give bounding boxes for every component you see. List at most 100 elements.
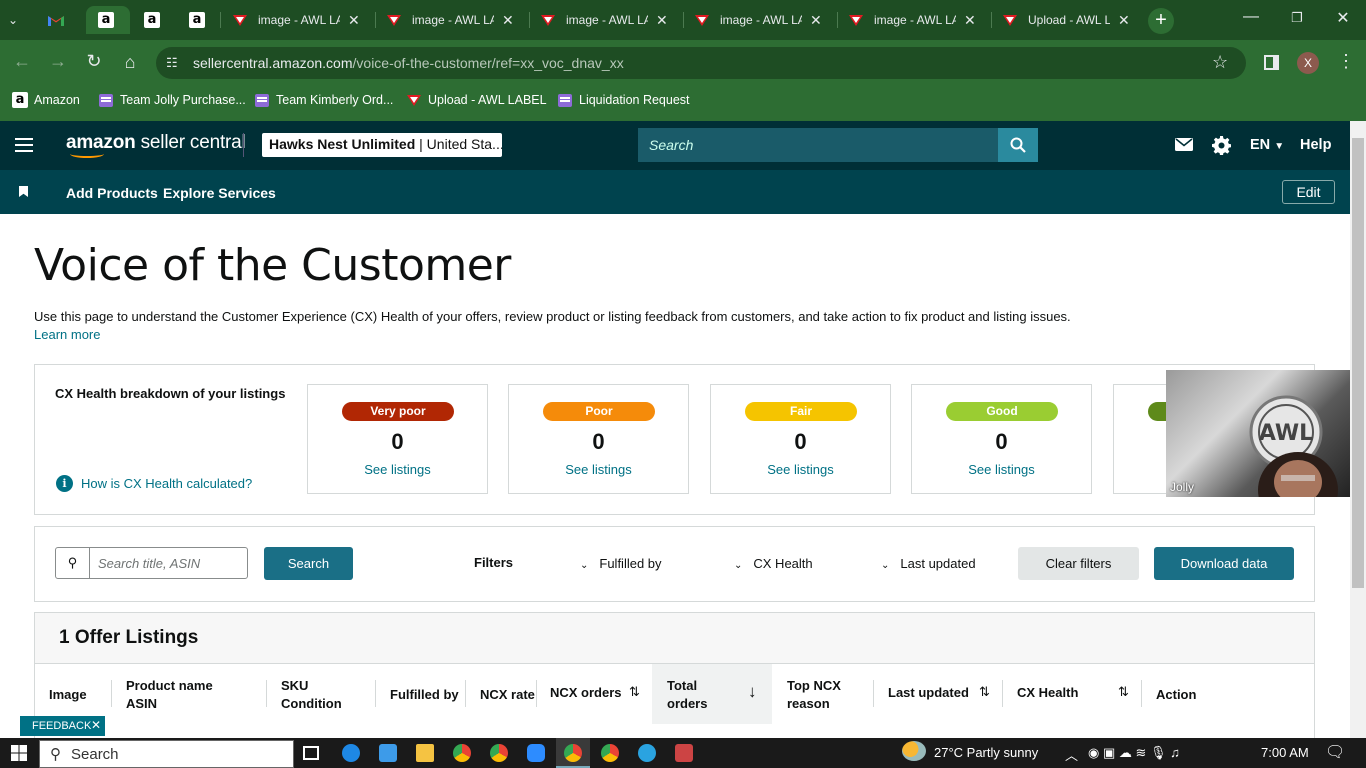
close-icon[interactable]: ✕: [502, 12, 514, 29]
minimize-button[interactable]: —: [1236, 8, 1266, 26]
last-updated-dropdown[interactable]: ⌄ Last updated: [881, 556, 976, 571]
tab-gmail[interactable]: [48, 6, 78, 34]
chrome-icon[interactable]: [601, 744, 619, 762]
new-tab-button[interactable]: +: [1148, 8, 1174, 34]
col-cx-health[interactable]: CX Health: [1017, 684, 1078, 702]
file-explorer-icon[interactable]: [416, 744, 434, 762]
cx-health-how-link[interactable]: i How is CX Health calculated?: [56, 475, 252, 492]
restore-button[interactable]: ❐: [1282, 10, 1312, 26]
mail-icon[interactable]: [1175, 138, 1193, 156]
listing-search-input[interactable]: Search title, ASIN: [89, 547, 248, 579]
header-search-button[interactable]: [998, 128, 1038, 162]
hamburger-menu-icon[interactable]: [15, 138, 33, 152]
sort-descending-icon[interactable]: ↓: [748, 682, 757, 702]
store-icon[interactable]: [379, 744, 397, 762]
home-icon[interactable]: ⌂: [118, 52, 142, 73]
tab-amazon-active[interactable]: a: [86, 6, 130, 34]
url-text[interactable]: sellercentral.amazon.com/voice-of-the-cu…: [193, 55, 624, 71]
system-tray-icons[interactable]: ◉ ▣ ☁ ≋ 🎙 ♫: [1088, 745, 1180, 761]
tab-amazon-2[interactable]: a: [144, 6, 164, 34]
see-listings-link[interactable]: See listings: [912, 462, 1091, 477]
language-selector[interactable]: EN ▼: [1250, 137, 1284, 153]
col-ncx-orders[interactable]: NCX orders: [550, 684, 622, 702]
store-selector[interactable]: Hawks Nest Unlimited | United Sta...: [262, 133, 502, 157]
bookmark-upload-awl[interactable]: Upload - AWL LABEL: [406, 92, 547, 108]
side-panel-icon[interactable]: [1264, 55, 1279, 70]
see-listings-link[interactable]: See listings: [308, 462, 487, 477]
chrome-icon[interactable]: [453, 744, 471, 762]
forward-icon[interactable]: →: [46, 51, 70, 72]
video-call-overlay[interactable]: AWL: [1166, 370, 1366, 497]
close-icon[interactable]: ✕: [810, 12, 822, 29]
bookmark-liquidation[interactable]: Liquidation Request: [557, 92, 690, 108]
chrome-icon[interactable]: [564, 744, 582, 762]
bookmark-amazon[interactable]: a Amazon: [12, 92, 80, 108]
nav-explore-services[interactable]: Explore Services: [163, 185, 276, 201]
cx-card-very-poor: Very poor 0 See listings: [307, 384, 488, 494]
fulfilled-by-dropdown[interactable]: ⌄ Fulfilled by: [580, 556, 662, 571]
col-total-orders[interactable]: Total orders: [667, 677, 707, 713]
telegram-icon[interactable]: [638, 744, 656, 762]
tab-image-awl-1[interactable]: image - AWL LA ✕: [232, 6, 364, 34]
close-icon[interactable]: ✕: [1118, 12, 1130, 29]
tab-search-dropdown[interactable]: ⌄: [8, 6, 32, 34]
windows-start-icon[interactable]: [11, 745, 27, 766]
site-info-icon[interactable]: ☷: [166, 55, 178, 71]
status-badge: Good: [946, 402, 1058, 421]
weather-text[interactable]: 27°C Partly sunny: [934, 745, 1038, 760]
menu-kebab-icon[interactable]: ⋮: [1337, 51, 1355, 72]
feedback-tab[interactable]: FEEDBACK ✕: [20, 716, 105, 736]
download-data-button[interactable]: Download data: [1154, 547, 1294, 580]
bookmark-team-kimberly[interactable]: Team Kimberly Ord...: [254, 92, 393, 108]
clear-filters-button[interactable]: Clear filters: [1018, 547, 1139, 580]
awl-app-icon[interactable]: [675, 744, 693, 762]
see-listings-link[interactable]: See listings: [509, 462, 688, 477]
zoom-icon[interactable]: [527, 744, 545, 762]
profile-avatar[interactable]: X: [1297, 52, 1319, 74]
scrollbar-thumb[interactable]: [1352, 138, 1364, 588]
cx-health-dropdown[interactable]: ⌄ CX Health: [734, 556, 813, 571]
tab-image-awl-2[interactable]: image - AWL LA ✕: [386, 6, 518, 34]
notification-icon[interactable]: 🗨: [1325, 742, 1345, 762]
tab-upload-awl[interactable]: Upload - AWL L ✕: [1002, 6, 1134, 34]
tab-image-awl-3[interactable]: image - AWL LA ✕: [540, 6, 672, 34]
close-icon[interactable]: ✕: [348, 12, 360, 29]
edge-icon[interactable]: [342, 744, 360, 762]
reload-icon[interactable]: ↻: [82, 51, 106, 72]
back-icon[interactable]: ←: [10, 51, 34, 72]
help-link[interactable]: Help: [1300, 137, 1331, 153]
bookmark-team-jolly[interactable]: Team Jolly Purchase...: [98, 92, 246, 108]
close-icon[interactable]: ✕: [656, 12, 668, 29]
taskbar-search[interactable]: ⚲ Search: [39, 740, 294, 768]
sort-icon[interactable]: ⇅: [979, 684, 990, 700]
cx-card-fair: Fair 0 See listings: [710, 384, 891, 494]
close-icon[interactable]: ✕: [91, 718, 101, 732]
status-badge: Poor: [543, 402, 655, 421]
bookmark-star-icon[interactable]: ☆: [1212, 52, 1228, 73]
tab-image-awl-4[interactable]: image - AWL LA ✕: [694, 6, 826, 34]
col-fulfilled-by[interactable]: Fulfilled by: [390, 686, 459, 704]
nav-add-products[interactable]: Add Products: [66, 185, 158, 201]
sort-icon[interactable]: ⇅: [629, 684, 640, 700]
col-ncx-rate[interactable]: NCX rate: [480, 686, 535, 704]
chrome-icon[interactable]: [490, 744, 508, 762]
sort-icon[interactable]: ⇅: [1118, 684, 1129, 700]
gear-icon[interactable]: [1212, 136, 1232, 160]
listing-search-button[interactable]: Search: [264, 547, 353, 580]
close-icon[interactable]: ✕: [964, 12, 976, 29]
col-product-name[interactable]: Product name ASIN: [126, 677, 213, 713]
header-search-input[interactable]: Search: [638, 128, 998, 162]
col-last-updated[interactable]: Last updated: [888, 684, 969, 702]
tab-amazon-3[interactable]: a: [189, 6, 209, 34]
tab-image-awl-5[interactable]: image - AWL LA ✕: [848, 6, 980, 34]
close-window-button[interactable]: ✕: [1328, 8, 1358, 28]
chevron-down-icon: ⌄: [881, 560, 890, 571]
edit-nav-button[interactable]: Edit: [1282, 180, 1335, 204]
show-hidden-icons[interactable]: ︿: [1065, 745, 1078, 764]
task-view-icon[interactable]: [303, 746, 319, 760]
clock[interactable]: 7:00 AM: [1261, 745, 1309, 760]
col-sku[interactable]: SKU Condition: [281, 677, 342, 713]
awl-label-icon: [540, 12, 556, 28]
learn-more-link[interactable]: Learn more: [34, 327, 100, 342]
see-listings-link[interactable]: See listings: [711, 462, 890, 477]
